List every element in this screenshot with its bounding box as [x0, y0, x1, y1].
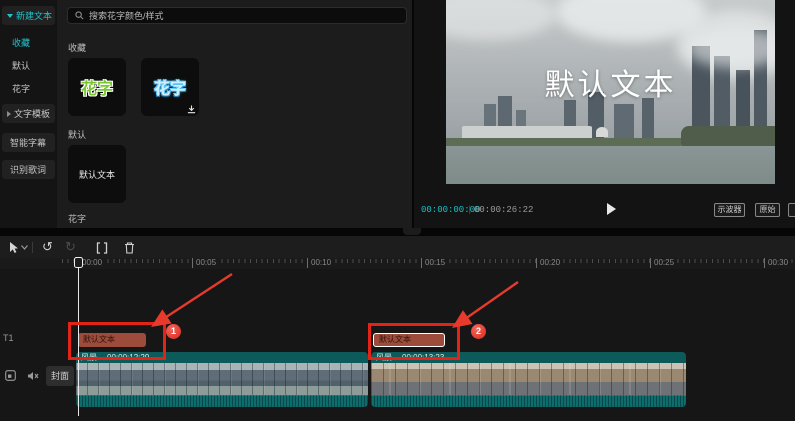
sidebar-item-new-text[interactable]: 新建文本 — [2, 6, 55, 25]
section-label-default: 默认 — [68, 128, 86, 141]
ruler-label: 00:05 — [192, 258, 218, 268]
timeline-ruler[interactable]: 00:00 00:05 00:10 00:15 00:20 00:25 00:3… — [0, 258, 795, 269]
ruler-label: 00:25 — [650, 258, 676, 268]
oscilloscope-button[interactable]: 示波器 — [714, 203, 745, 217]
mute-icon[interactable] — [27, 371, 39, 381]
toolbar-divider — [32, 242, 33, 253]
time-separator: | — [467, 205, 472, 215]
audio-waveform — [76, 395, 368, 407]
search-icon — [75, 11, 84, 20]
text-library-panel: 搜索花字颜色/样式 收藏 花字 花字 默认 默认文本 花字 — [57, 0, 412, 228]
preview-panel: 默认文本 00:00:00:00 | 00:00:26:22 示波器 原始 — [414, 0, 795, 228]
chevron-down-icon[interactable] — [21, 245, 28, 250]
ruler-label: 00:20 — [536, 258, 562, 268]
ratio-button-partial[interactable] — [788, 203, 795, 217]
sidebar: 新建文本 收藏 默认 花字 文字模板 智能字幕 识别歌词 — [0, 0, 57, 228]
search-input[interactable]: 搜索花字颜色/样式 — [67, 7, 407, 24]
fancy-text-thumb-green[interactable]: 花字 — [68, 58, 126, 116]
annotation-box-2 — [368, 323, 460, 360]
timeline-panel: ↺ ↻ 00:00 00:05 00:10 00:15 00:20 00:25 … — [0, 236, 795, 421]
sidebar-item-recognize-lyrics[interactable]: 识别歌词 — [2, 160, 55, 179]
chevron-right-icon — [7, 111, 11, 117]
video-editor-app: 新建文本 收藏 默认 花字 文字模板 智能字幕 识别歌词 搜索花字颜色/样式 — [0, 0, 795, 421]
sidebar-item-label: 花字 — [12, 82, 30, 95]
timeline-toolbar: ↺ ↻ — [0, 236, 795, 258]
delete-icon[interactable] — [124, 242, 135, 254]
video-thumbnails — [76, 363, 368, 395]
sidebar-item-label: 新建文本 — [16, 9, 52, 22]
building — [642, 98, 654, 140]
play-button[interactable] — [607, 203, 616, 215]
preview-controls: 00:00:00:00 | 00:00:26:22 示波器 原始 — [414, 200, 795, 220]
preview-video-frame: 默认文本 — [446, 0, 775, 184]
cover-button[interactable]: 封面 — [46, 366, 74, 386]
preview-text-overlay[interactable]: 默认文本 — [545, 60, 677, 104]
track-preview-icon[interactable] — [5, 370, 16, 381]
split-icon[interactable] — [96, 242, 108, 254]
chevron-down-icon — [7, 14, 13, 18]
annotation-badge-2: 2 — [471, 324, 486, 339]
total-time: 00:00:26:22 — [474, 205, 533, 215]
fancy-text-thumb-blue[interactable]: 花字 — [141, 58, 199, 116]
thumb-label: 默认文本 — [79, 168, 115, 181]
sidebar-item-label: 默认 — [12, 59, 30, 72]
ruler-label: 00:10 — [307, 258, 333, 268]
thumb-label: 花字 — [81, 75, 113, 99]
sidebar-item-favorites[interactable]: 收藏 — [2, 33, 55, 52]
building — [614, 104, 634, 142]
default-text-thumb[interactable]: 默认文本 — [68, 145, 126, 203]
select-tool-icon[interactable] — [8, 241, 20, 254]
search-placeholder: 搜索花字颜色/样式 — [89, 9, 164, 22]
sidebar-item-label: 收藏 — [12, 36, 30, 49]
video-clip-1[interactable]: 风景 00:00:12:29 — [76, 352, 368, 407]
sidebar-item-smart-captions[interactable]: 智能字幕 — [2, 133, 55, 152]
dome — [596, 127, 608, 137]
thumb-label: 花字 — [154, 75, 186, 99]
video-thumbnails — [371, 363, 686, 395]
panel-divider-handle[interactable] — [403, 228, 421, 235]
water — [446, 146, 775, 184]
sidebar-item-label: 识别歌词 — [10, 163, 46, 176]
redo-icon[interactable]: ↻ — [65, 241, 76, 253]
sidebar-item-fancy-text[interactable]: 花字 — [2, 79, 55, 98]
tree-line — [681, 126, 775, 148]
playhead-handle[interactable] — [74, 257, 83, 268]
section-label-fancy: 花字 — [68, 212, 86, 225]
original-button[interactable]: 原始 — [755, 203, 780, 217]
text-track-label: T1 — [3, 333, 14, 343]
section-label-favorites: 收藏 — [68, 41, 86, 54]
annotation-badge-1: 1 — [166, 324, 181, 339]
audio-waveform — [371, 395, 686, 407]
ruler-label: 00:30 — [764, 258, 790, 268]
sidebar-item-default[interactable]: 默认 — [2, 56, 55, 75]
sidebar-item-label: 智能字幕 — [10, 136, 46, 149]
ruler-label: 00:15 — [421, 258, 447, 268]
download-icon — [187, 105, 196, 114]
fog — [686, 28, 775, 68]
undo-icon[interactable]: ↺ — [42, 241, 53, 253]
video-clip-2[interactable]: 风景 00:00:13:23 — [371, 352, 686, 407]
sidebar-item-text-templates[interactable]: 文字模板 — [2, 104, 55, 123]
annotation-box-1 — [68, 322, 166, 360]
sidebar-item-label: 文字模板 — [14, 107, 50, 120]
